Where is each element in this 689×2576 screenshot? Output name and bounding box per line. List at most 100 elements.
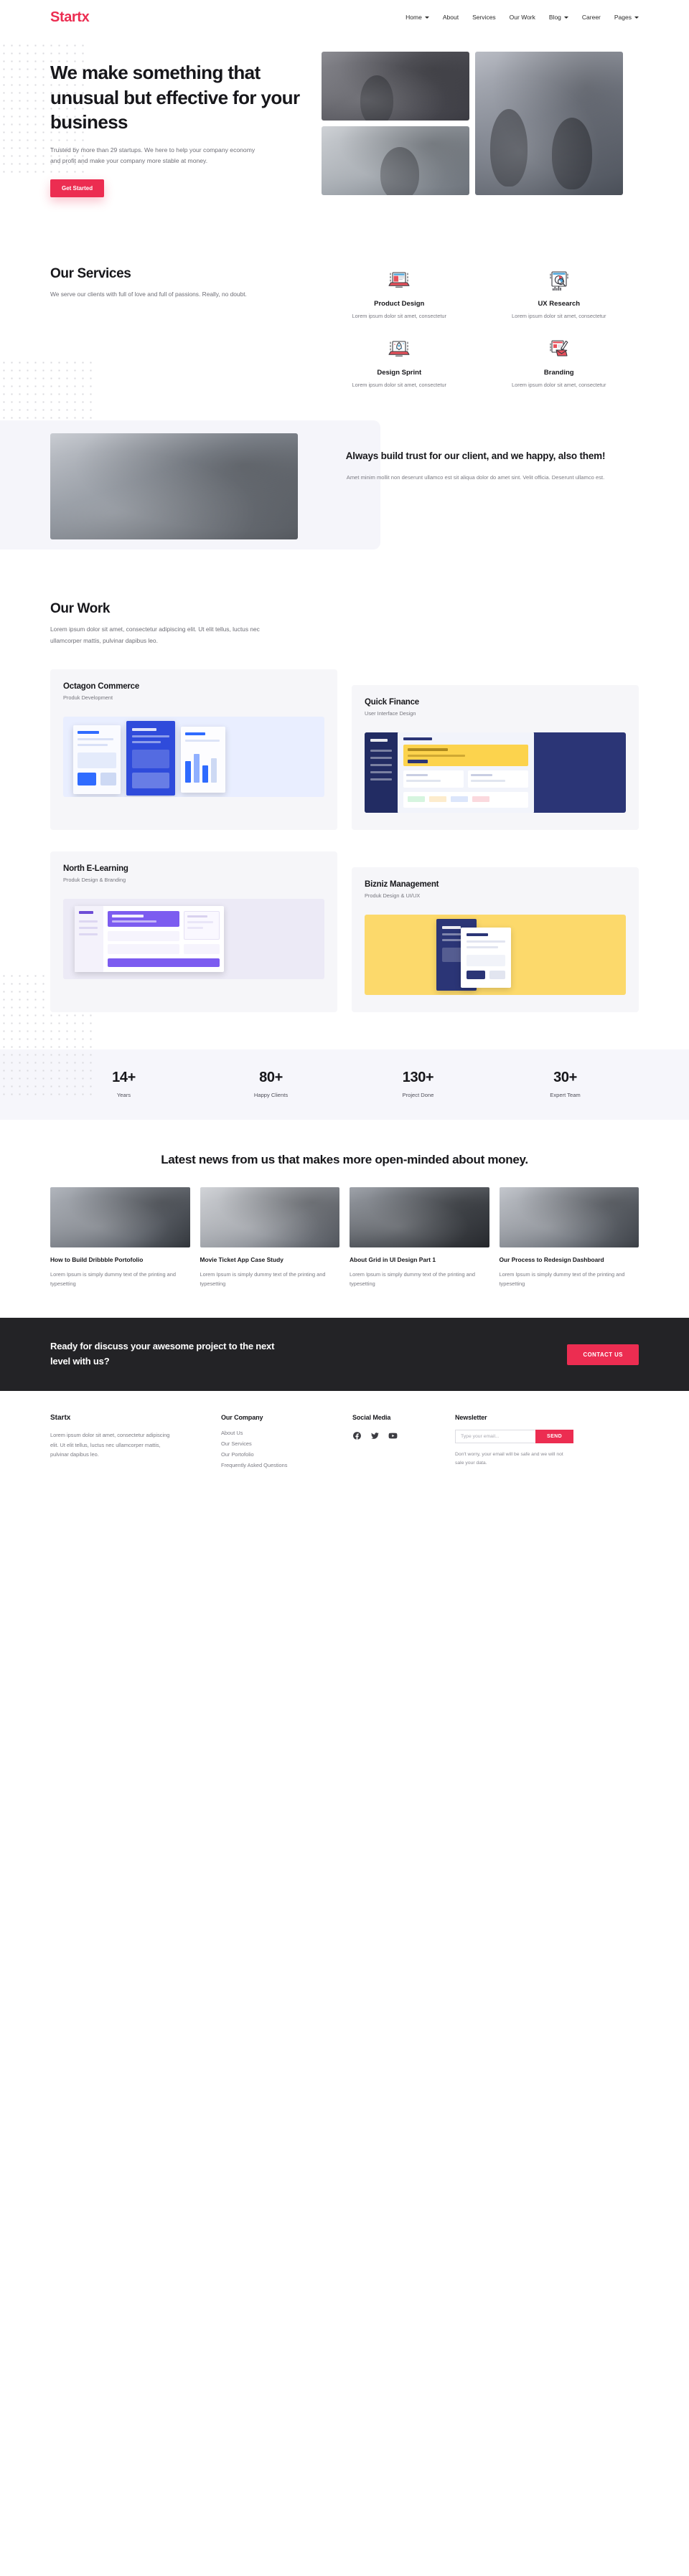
- trust-section: Always build trust for our client, and w…: [0, 420, 689, 561]
- work-section: Our Work Lorem ipsum dolor sit amet, con…: [50, 561, 639, 1012]
- stat-value: 30+: [553, 1069, 577, 1085]
- nav-label: Blog: [548, 14, 561, 21]
- nav-label: Career: [581, 14, 601, 21]
- nav-label: About: [442, 14, 459, 21]
- services-subtitle: We serve our clients with full of love a…: [50, 290, 247, 298]
- news-card-dribbble-portofolio[interactable]: How to Build Dribbble Portofolio Lorem I…: [50, 1187, 190, 1289]
- news-card-title: Movie Ticket App Case Study: [200, 1256, 283, 1264]
- stat-value: 14+: [112, 1069, 136, 1085]
- work-card-title: Bizniz Management: [365, 879, 439, 889]
- stats-section: 14+ Years 80+ Happy Clients 130+ Project…: [0, 1049, 689, 1120]
- work-grid: Octagon Commerce Produk Development Quic…: [50, 669, 639, 1012]
- hero-photo-two-men: [475, 52, 623, 195]
- rocket-laptop-icon: [319, 335, 479, 362]
- facebook-icon[interactable]: [352, 1431, 362, 1440]
- work-card-north-elearning[interactable]: North E-Learning Produk Design & Brandin…: [50, 851, 337, 1012]
- services-intro: Our Services We serve our clients with f…: [50, 266, 305, 390]
- service-card-design-sprint[interactable]: Design Sprint Lorem ipsum dolor sit amet…: [319, 335, 479, 390]
- footer-newsletter-heading: Newsletter: [455, 1413, 487, 1421]
- news-card-title: About Grid in UI Design Part 1: [350, 1256, 436, 1264]
- news-thumbnail: [499, 1187, 639, 1248]
- work-card-preview: [365, 732, 626, 813]
- service-desc: Lorem ipsum dolor sit amet, consectetur: [512, 312, 606, 319]
- service-desc: Lorem ipsum dolor sit amet, consectetur: [352, 381, 446, 388]
- chevron-down-icon: [563, 16, 568, 19]
- stat-value: 130+: [402, 1069, 434, 1085]
- service-name: UX Research: [538, 299, 581, 308]
- footer-logo: Startx: [50, 1413, 71, 1422]
- services-title: Our Services: [50, 265, 131, 281]
- page-title: We make something that unusual but effec…: [50, 62, 300, 133]
- chevron-down-icon: [424, 16, 429, 19]
- news-card-excerpt: Lorem Ipsum is simply dummy text of the …: [350, 1271, 475, 1288]
- newsletter-send-button[interactable]: SEND: [535, 1429, 574, 1443]
- page-root: Startx Home About Services Our Work Blog…: [0, 0, 689, 1487]
- news-section: Latest news from us that makes more open…: [50, 1120, 639, 1318]
- newsletter-note: Don't worry, your email will be safe and…: [455, 1451, 563, 1466]
- nav-label: Home: [406, 14, 422, 21]
- nav-label: Services: [472, 14, 496, 21]
- main-navigation: Home About Services Our Work Blog Career…: [406, 14, 639, 21]
- twitter-icon[interactable]: [370, 1431, 380, 1440]
- nav-item-services[interactable]: Services: [472, 14, 496, 21]
- nav-label: Our Work: [509, 14, 535, 21]
- news-card-movie-ticket-app[interactable]: Movie Ticket App Case Study Lorem Ipsum …: [200, 1187, 339, 1289]
- service-desc: Lorem ipsum dolor sit amet, consectetur: [352, 312, 446, 319]
- stat-value: 80+: [259, 1069, 283, 1085]
- chevron-down-icon: [634, 16, 639, 19]
- footer-link-our-portofolio[interactable]: Our Portofolio: [221, 1451, 339, 1458]
- nav-item-about[interactable]: About: [443, 14, 459, 21]
- footer-link-faq[interactable]: Frequently Asked Questions: [221, 1462, 339, 1468]
- contact-us-button[interactable]: CONTACT US: [567, 1344, 639, 1365]
- site-footer: Startx Lorem ipsum dolor sit amet, conse…: [0, 1390, 689, 1487]
- branding-envelope-icon: [479, 335, 639, 362]
- nav-item-blog[interactable]: Blog: [549, 14, 568, 21]
- work-card-quick-finance[interactable]: Quick Finance User Interface Design: [352, 684, 639, 830]
- work-card-octagon-commerce[interactable]: Octagon Commerce Produk Development: [50, 669, 337, 830]
- stat-item-happy-clients: 80+ Happy Clients: [197, 1070, 344, 1098]
- work-card-title: Octagon Commerce: [63, 681, 140, 691]
- newsletter-email-input[interactable]: [455, 1429, 535, 1443]
- get-started-button[interactable]: Get Started: [50, 179, 105, 197]
- work-card-category: Produk Development: [63, 694, 113, 701]
- service-name: Product Design: [374, 299, 425, 308]
- nav-item-career[interactable]: Career: [582, 14, 601, 21]
- work-card-preview: [365, 914, 626, 995]
- laptop-design-icon: [319, 266, 479, 293]
- youtube-icon[interactable]: [388, 1431, 398, 1440]
- work-card-bizniz-management[interactable]: Bizniz Management Produk Design & UI/UX: [352, 867, 639, 1012]
- stat-item-expert-team: 30+ Expert Team: [492, 1070, 639, 1098]
- service-card-branding[interactable]: Branding Lorem ipsum dolor sit amet, con…: [479, 335, 639, 390]
- footer-newsletter-column: Newsletter SEND Don't worry, your email …: [455, 1414, 639, 1468]
- nav-item-our-work[interactable]: Our Work: [510, 14, 535, 21]
- footer-link-about-us[interactable]: About Us: [221, 1430, 339, 1436]
- hero-photo-team-meeting: [322, 52, 469, 121]
- stat-label: Happy Clients: [253, 1091, 289, 1098]
- news-card-redesign-dashboard[interactable]: Our Process to Redesign Dashboard Lorem …: [499, 1187, 639, 1289]
- nav-item-home[interactable]: Home: [406, 14, 429, 21]
- work-card-title: North E-Learning: [63, 864, 128, 873]
- stat-label: Expert Team: [550, 1091, 581, 1098]
- news-card-grid-ui-design[interactable]: About Grid in UI Design Part 1 Lorem Ips…: [350, 1187, 489, 1289]
- news-thumbnail: [350, 1187, 489, 1248]
- service-desc: Lorem ipsum dolor sit amet, consectetur: [512, 381, 606, 388]
- service-card-ux-research[interactable]: UX Research Lorem ipsum dolor sit amet, …: [479, 266, 639, 321]
- footer-social-heading: Social Media: [352, 1413, 391, 1421]
- news-card-title: How to Build Dribbble Portofolio: [50, 1256, 144, 1264]
- service-card-product-design[interactable]: Product Design Lorem ipsum dolor sit ame…: [319, 266, 479, 321]
- work-card-category: Produk Design & Branding: [63, 876, 126, 883]
- footer-social-column: Social Media: [352, 1414, 442, 1468]
- trust-photo-office: [50, 433, 298, 540]
- nav-item-pages[interactable]: Pages: [614, 14, 639, 21]
- service-name: Branding: [543, 368, 574, 377]
- work-card-title: Quick Finance: [365, 697, 420, 707]
- news-thumbnail: [200, 1187, 339, 1248]
- site-logo[interactable]: Startx: [50, 9, 90, 26]
- footer-company-heading: Our Company: [221, 1413, 263, 1421]
- trust-title: Always build trust for our client, and w…: [345, 450, 606, 462]
- work-card-category: Produk Design & UI/UX: [365, 892, 421, 899]
- work-subtitle: Lorem ipsum dolor sit amet, consectetur …: [50, 626, 260, 644]
- work-card-category: User Interface Design: [365, 709, 416, 717]
- news-grid: How to Build Dribbble Portofolio Lorem I…: [50, 1187, 639, 1289]
- footer-link-our-services[interactable]: Our Services: [221, 1440, 339, 1447]
